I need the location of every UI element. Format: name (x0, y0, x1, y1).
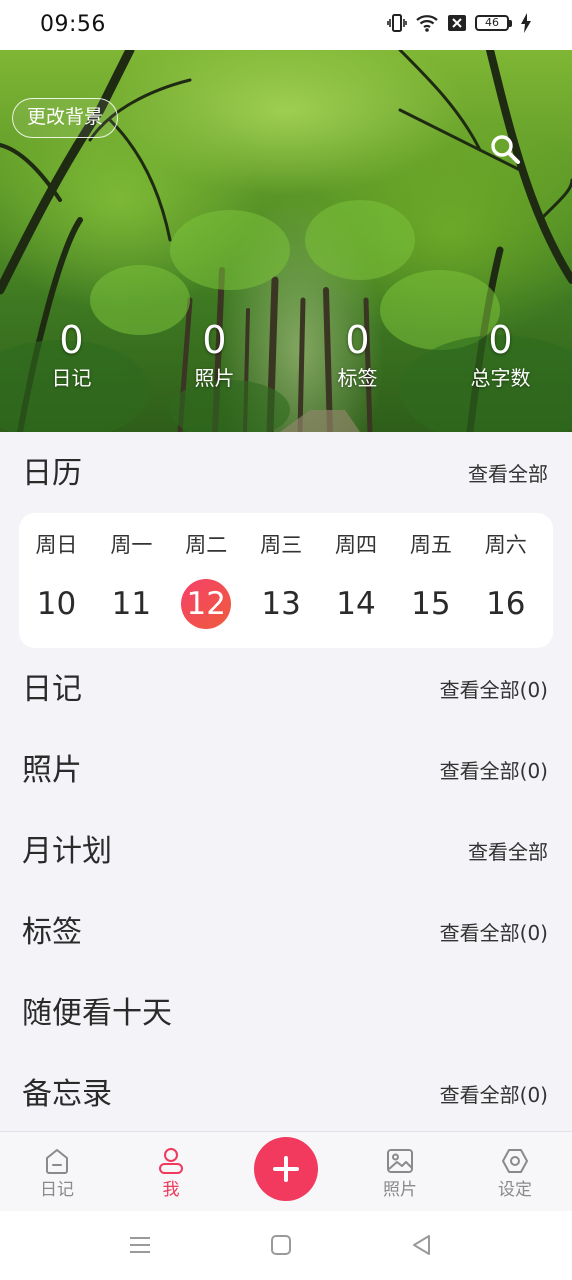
weekday-label: 周一 (110, 533, 153, 557)
stat-value: 0 (345, 318, 370, 362)
weekday-label: 周五 (409, 533, 452, 557)
calendar-date[interactable]: 15 (393, 578, 468, 630)
calendar-title: 日历 (22, 456, 82, 491)
random-ten-days-section-header[interactable]: 随便看十天 (0, 984, 572, 1044)
stat-label: 照片 (194, 366, 235, 390)
stat-word-count[interactable]: 0 总字数 (429, 318, 572, 392)
home-icon (46, 1149, 68, 1174)
change-background-button[interactable]: 更改背景 (12, 98, 119, 138)
home-nav-icon[interactable] (270, 1233, 292, 1257)
status-time: 09:56 (40, 12, 106, 37)
weekday-label: 周日 (35, 533, 78, 557)
stat-label: 总字数 (470, 366, 531, 390)
weekday-label: 周二 (185, 533, 228, 557)
photos-section-title: 照片 (22, 753, 82, 788)
weekday-label: 周四 (335, 533, 377, 557)
tab-diary-label: 日记 (40, 1180, 74, 1200)
stat-value: 0 (488, 318, 513, 362)
diary-section-header: 日记 查看全部(0) (0, 660, 572, 720)
person-icon (159, 1148, 183, 1174)
calendar-date[interactable]: 14 (319, 578, 394, 630)
tab-photos[interactable]: 照片 (360, 1132, 440, 1202)
memo-view-all-link[interactable]: 查看全部(0) (440, 1065, 548, 1125)
photos-section-header: 照片 查看全部(0) (0, 741, 572, 801)
week-calendar: 周日 周一 周二 周三 周四 周五 周六 10 11 12 13 14 15 1… (19, 513, 553, 648)
tab-photos-label: 照片 (383, 1180, 417, 1200)
tab-settings-label: 设定 (498, 1180, 532, 1200)
random-ten-days-title: 随便看十天 (22, 996, 172, 1031)
calendar-date[interactable]: 16 (468, 578, 543, 630)
tags-view-all-link[interactable]: 查看全部(0) (440, 903, 548, 963)
settings-icon (502, 1149, 528, 1173)
back-icon[interactable] (410, 1233, 432, 1257)
weekday-label: 周六 (484, 533, 527, 557)
calendar-view-all-link[interactable]: 查看全部 (468, 444, 548, 504)
tab-me-label: 我 (162, 1180, 180, 1200)
sim-off-icon (448, 15, 466, 31)
charging-icon (521, 13, 531, 33)
system-navigation-bar (0, 1211, 572, 1280)
calendar-date-today[interactable]: 12 (169, 578, 244, 630)
monthly-plan-section-title: 月计划 (22, 834, 112, 869)
stat-tags[interactable]: 0 标签 (286, 318, 429, 392)
weekday-label: 周三 (260, 533, 303, 557)
tab-settings[interactable]: 设定 (475, 1132, 555, 1202)
stat-photos[interactable]: 0 照片 (143, 318, 286, 392)
weekday-row: 周日 周一 周二 周三 周四 周五 周六 (19, 529, 553, 559)
tab-me[interactable]: 我 (131, 1132, 211, 1202)
memo-section-title: 备忘录 (22, 1077, 112, 1112)
search-icon[interactable] (488, 132, 522, 166)
stats-row: 0 日记 0 照片 0 标签 0 总字数 (0, 318, 572, 392)
calendar-section-header: 日历 查看全部 (0, 444, 572, 504)
monthly-plan-view-all-link[interactable]: 查看全部 (468, 822, 548, 882)
status-icons: 46 (387, 13, 532, 33)
diary-view-all-link[interactable]: 查看全部(0) (440, 660, 548, 720)
wifi-icon (416, 15, 438, 32)
recent-apps-icon[interactable] (128, 1233, 152, 1257)
status-bar: 09:56 46 (0, 0, 572, 50)
tab-diary[interactable]: 日记 (17, 1132, 97, 1202)
stat-value: 0 (202, 318, 227, 362)
image-icon (387, 1149, 413, 1173)
bottom-tab-bar: 日记 我 照片 设定 (0, 1131, 572, 1211)
add-entry-button[interactable] (254, 1137, 318, 1201)
diary-section-title: 日记 (22, 672, 82, 707)
memo-section-header: 备忘录 查看全部(0) (0, 1065, 572, 1125)
tags-section-header: 标签 查看全部(0) (0, 903, 572, 963)
stat-label: 日记 (51, 366, 92, 390)
calendar-date[interactable]: 10 (19, 578, 94, 630)
photos-view-all-link[interactable]: 查看全部(0) (440, 741, 548, 801)
calendar-date[interactable]: 13 (244, 578, 319, 630)
vibrate-icon (387, 14, 407, 32)
battery-icon: 46 (475, 15, 512, 31)
battery-level: 46 (475, 15, 509, 31)
calendar-date[interactable]: 11 (94, 578, 169, 630)
monthly-plan-section-header: 月计划 查看全部 (0, 822, 572, 882)
plus-icon (273, 1156, 299, 1182)
date-row: 10 11 12 13 14 15 16 (19, 578, 553, 630)
header-background-image: 更改背景 0 日记 0 照片 0 标签 0 总字数 (0, 50, 572, 432)
stat-diary[interactable]: 0 日记 (0, 318, 143, 392)
tags-section-title: 标签 (22, 915, 82, 950)
stat-label: 标签 (337, 366, 378, 390)
stat-value: 0 (59, 318, 84, 362)
